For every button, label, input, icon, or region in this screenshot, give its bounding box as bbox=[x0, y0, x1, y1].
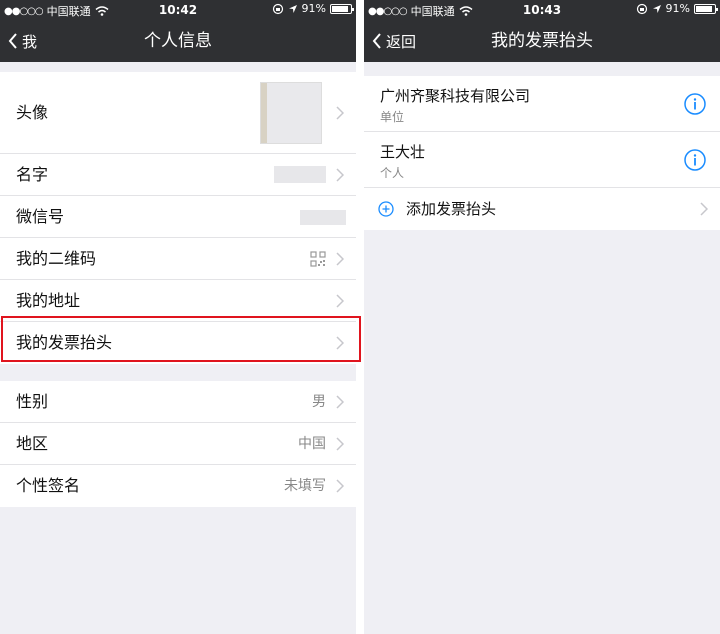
chevron-right-icon bbox=[336, 251, 344, 266]
row-signature[interactable]: 个性签名 未填写 bbox=[0, 465, 356, 507]
location-arrow-icon bbox=[288, 4, 297, 13]
add-invoice-title-button[interactable]: 添加发票抬头 bbox=[364, 188, 720, 230]
row-wechat-id[interactable]: 微信号 bbox=[0, 196, 356, 238]
details-group: 性别 男 地区 中国 个性签名 未填写 bbox=[0, 381, 356, 507]
invoice-name: 广州齐聚科技有限公司 bbox=[380, 87, 531, 105]
qr-code-icon bbox=[310, 251, 326, 267]
invoice-type: 单位 bbox=[380, 110, 405, 124]
chevron-right-icon bbox=[336, 436, 344, 451]
row-avatar[interactable]: 头像 bbox=[0, 72, 356, 154]
chevron-right-icon bbox=[336, 479, 344, 493]
wechat-id-value-redacted bbox=[300, 210, 346, 225]
rotation-lock-icon bbox=[636, 3, 647, 14]
avatar bbox=[260, 82, 322, 144]
row-qr-code[interactable]: 我的二维码 bbox=[0, 238, 356, 280]
rotation-lock-icon bbox=[272, 3, 283, 14]
nav-bar: 返回 我的发票抬头 bbox=[364, 20, 720, 62]
row-label: 性别 bbox=[16, 392, 49, 411]
plus-circle-icon bbox=[378, 201, 394, 217]
row-value: 男 bbox=[312, 394, 326, 410]
row-label: 个性签名 bbox=[16, 476, 81, 495]
battery-percent: 91% bbox=[301, 2, 326, 15]
invoice-item[interactable]: 广州齐聚科技有限公司 单位 bbox=[364, 76, 720, 132]
row-label: 微信号 bbox=[16, 207, 65, 226]
location-arrow-icon bbox=[652, 4, 661, 13]
nav-bar: 我 个人信息 bbox=[0, 20, 356, 62]
battery-percent: 91% bbox=[665, 2, 690, 15]
invoice-type: 个人 bbox=[380, 166, 405, 180]
status-bar: ●●○○○ 中国联通 10:43 91% bbox=[364, 0, 720, 20]
invoice-item[interactable]: 王大壮 个人 bbox=[364, 132, 720, 188]
info-circle-icon[interactable] bbox=[684, 93, 706, 115]
row-value: 未填写 bbox=[284, 478, 326, 494]
page-title: 我的发票抬头 bbox=[491, 31, 593, 51]
page-title: 个人信息 bbox=[144, 31, 212, 51]
invoice-list: 广州齐聚科技有限公司 单位 王大壮 个人 添加发票抬头 bbox=[364, 76, 720, 230]
name-value-redacted bbox=[274, 166, 326, 183]
battery-icon bbox=[694, 3, 718, 14]
battery-icon bbox=[330, 3, 354, 14]
row-region[interactable]: 地区 中国 bbox=[0, 423, 356, 465]
chevron-right-icon bbox=[336, 105, 344, 120]
info-circle-icon[interactable] bbox=[684, 149, 706, 171]
chevron-right-icon bbox=[336, 394, 344, 409]
row-label: 地区 bbox=[16, 434, 49, 453]
row-label: 名字 bbox=[16, 165, 49, 184]
chevron-right-icon bbox=[336, 167, 344, 182]
status-bar: ●●○○○ 中国联通 10:42 91% bbox=[0, 0, 356, 20]
row-label: 头像 bbox=[16, 103, 49, 122]
row-name[interactable]: 名字 bbox=[0, 154, 356, 196]
right-screen-invoice-titles: ●●○○○ 中国联通 10:43 91% 返回 我的发票抬头 广州齐聚科技有限公… bbox=[364, 0, 720, 634]
chevron-right-icon bbox=[336, 293, 344, 308]
row-gender[interactable]: 性别 男 bbox=[0, 381, 356, 423]
invoice-name: 王大壮 bbox=[380, 143, 426, 161]
invoice-title-highlight-box bbox=[1, 316, 361, 362]
row-label: 我的二维码 bbox=[16, 249, 97, 268]
chevron-right-icon bbox=[700, 202, 708, 216]
add-invoice-title-label: 添加发票抬头 bbox=[406, 200, 497, 218]
row-value: 中国 bbox=[298, 436, 326, 452]
